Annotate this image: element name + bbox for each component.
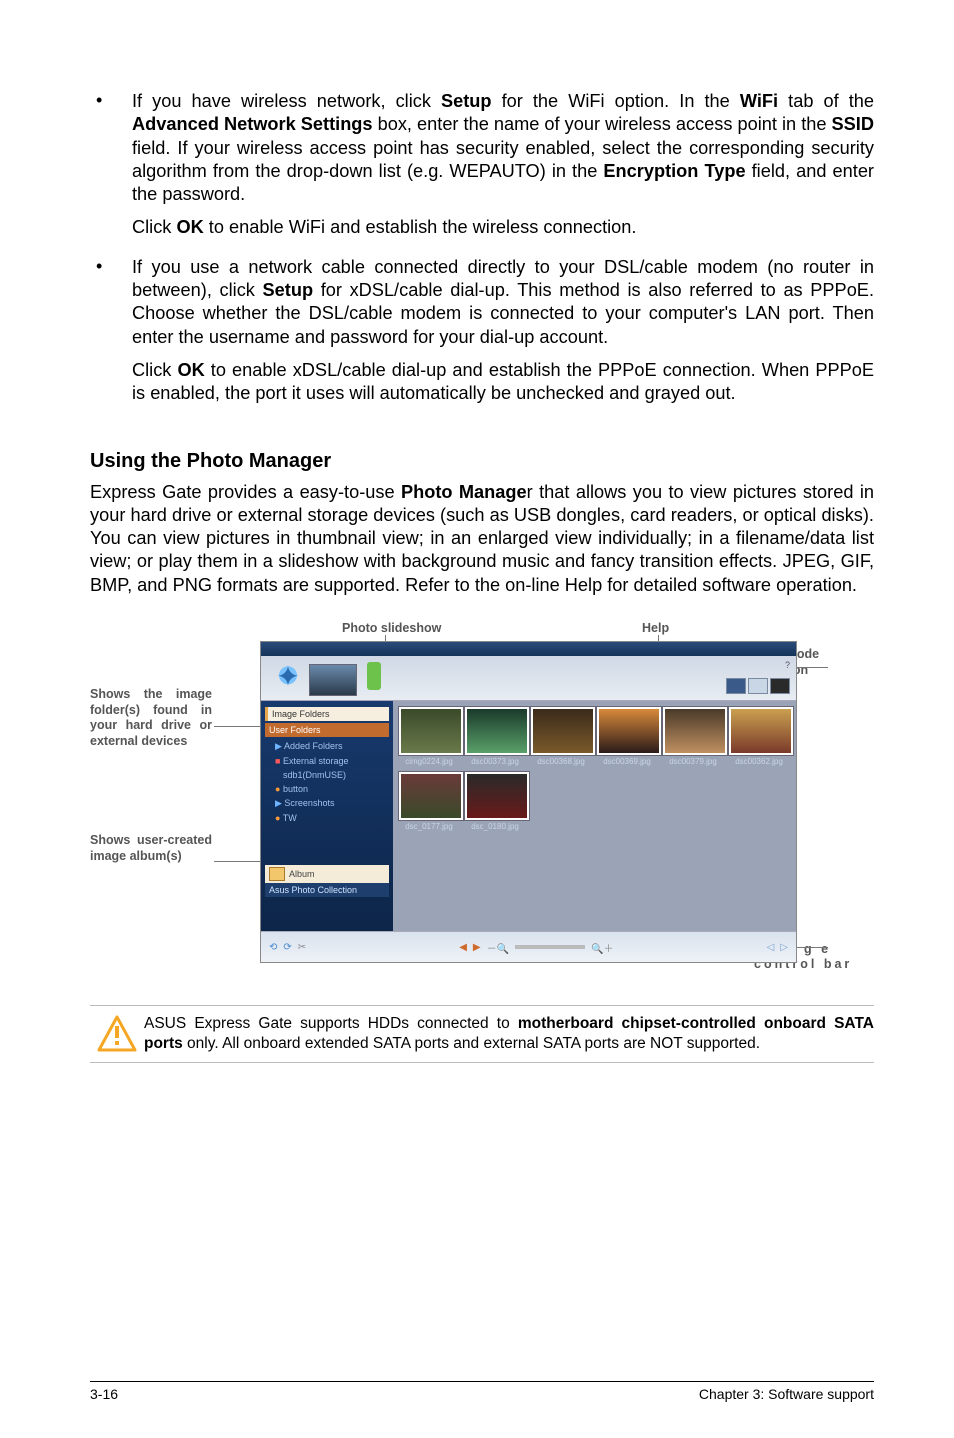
app-logo-icon: ✦ bbox=[271, 660, 305, 694]
bullet-paragraph: Click OK to enable xDSL/cable dial-up an… bbox=[132, 359, 874, 406]
rotate-left-icon[interactable]: ⟲ bbox=[269, 942, 277, 953]
thumbnail-caption: dsc00369.jpg bbox=[597, 757, 657, 766]
thumbnail[interactable]: dsc00368.jpg bbox=[531, 707, 591, 766]
thumbnail-caption: dsc00368.jpg bbox=[531, 757, 591, 766]
callout-photo-slideshow: Photo slideshow bbox=[342, 621, 441, 637]
image-control-bar: ⟲ ⟳ ✂ ◀ ▶ －🔍 🔍＋ ◁ ▷ bbox=[261, 931, 796, 962]
section-heading: Using the Photo Manager bbox=[90, 450, 874, 473]
sidebar: Image Folders User Folders Added Folders… bbox=[261, 701, 393, 931]
preview-thumb bbox=[309, 664, 357, 696]
bullet-item: • If you use a network cable connected d… bbox=[90, 256, 874, 416]
nav-prev-icon[interactable]: ◁ bbox=[767, 942, 775, 953]
sidebar-added-folders[interactable]: Added Folders bbox=[265, 739, 389, 754]
bullet-list: • If you have wireless network, click Se… bbox=[90, 90, 874, 422]
photo-manager-window: ✦ ? Image Folders User Folders Added Fol… bbox=[260, 641, 797, 963]
sidebar-external-storage[interactable]: External storage bbox=[265, 754, 389, 768]
note-text: ASUS Express Gate supports HDDs connecte… bbox=[144, 1014, 874, 1054]
sidebar-button[interactable]: button bbox=[265, 782, 389, 796]
sidebar-screenshots[interactable]: Screenshots bbox=[265, 796, 389, 811]
thumbnail-caption: dsc00362.jpg bbox=[729, 757, 789, 766]
rotate-right-icon[interactable]: ⟳ bbox=[283, 942, 291, 953]
photo-manager-diagram: Photo slideshow Help View mode selection… bbox=[90, 621, 874, 981]
bullet-marker: • bbox=[90, 256, 132, 416]
callout-image-folders: Shows the image folder(s) found in your … bbox=[90, 687, 212, 750]
bullet-paragraph: If you have wireless network, click Setu… bbox=[132, 90, 874, 206]
bullet-paragraph: If you use a network cable connected dir… bbox=[132, 256, 874, 349]
zoom-out-icon[interactable]: －🔍 bbox=[487, 940, 509, 955]
window-toolbar: ✦ ? bbox=[261, 656, 796, 701]
sidebar-user-folders[interactable]: User Folders bbox=[265, 723, 389, 737]
sidebar-album[interactable]: Album bbox=[265, 865, 389, 883]
thumbnail-caption: dsc00373.jpg bbox=[465, 757, 525, 766]
prev-icon[interactable]: ◀ bbox=[459, 942, 467, 953]
sidebar-image-folders[interactable]: Image Folders bbox=[265, 707, 389, 721]
help-icon[interactable]: ? bbox=[785, 660, 790, 670]
connector-line bbox=[796, 947, 828, 948]
thumbnail[interactable]: dsc00362.jpg bbox=[729, 707, 789, 766]
bullet-marker: • bbox=[90, 90, 132, 250]
window-titlebar bbox=[261, 642, 796, 656]
thumbnail-caption: dsc00379.jpg bbox=[663, 757, 723, 766]
thumbnail[interactable]: dsc_0177.jpg bbox=[399, 772, 459, 831]
bullet-paragraph: Click OK to enable WiFi and establish th… bbox=[132, 216, 874, 239]
caution-icon bbox=[90, 1014, 144, 1054]
thumbnail[interactable]: dsc00373.jpg bbox=[465, 707, 525, 766]
thumbnail[interactable]: cimg0224.jpg bbox=[399, 707, 459, 766]
sidebar-sdb1[interactable]: sdb1(DnmUSE) bbox=[265, 768, 389, 782]
thumbnail[interactable]: dsc_0180.jpg bbox=[465, 772, 525, 831]
crop-icon[interactable]: ✂ bbox=[298, 942, 306, 953]
thumbnail[interactable]: dsc00379.jpg bbox=[663, 707, 723, 766]
thumbnail-gallery: cimg0224.jpg dsc00373.jpg dsc00368.jpg d… bbox=[393, 701, 796, 931]
bullet-item: • If you have wireless network, click Se… bbox=[90, 90, 874, 250]
callout-user-albums: Shows user-created image album(s) bbox=[90, 833, 212, 864]
folder-icon bbox=[269, 867, 285, 881]
sidebar-album-label: Album bbox=[289, 869, 315, 879]
zoom-slider[interactable] bbox=[515, 945, 585, 949]
section-paragraph: Express Gate provides a easy-to-use Phot… bbox=[90, 481, 874, 597]
note-box: ASUS Express Gate supports HDDs connecte… bbox=[90, 1005, 874, 1063]
chapter-label: Chapter 3: Software support bbox=[699, 1386, 874, 1402]
view-mode-dark-icon[interactable] bbox=[770, 678, 790, 694]
page-footer: 3-16 Chapter 3: Software support bbox=[90, 1381, 874, 1402]
thumbnail-caption: dsc_0180.jpg bbox=[465, 822, 525, 831]
nav-next-icon[interactable]: ▷ bbox=[780, 942, 788, 953]
thumbnail-caption: cimg0224.jpg bbox=[399, 757, 459, 766]
next-icon[interactable]: ▶ bbox=[473, 942, 481, 953]
page-number: 3-16 bbox=[90, 1386, 118, 1402]
view-mode-buttons[interactable] bbox=[726, 678, 790, 694]
zoom-in-icon[interactable]: 🔍＋ bbox=[591, 940, 613, 955]
thumbnail-caption: dsc_0177.jpg bbox=[399, 822, 459, 831]
callout-help: Help bbox=[642, 621, 669, 637]
slideshow-button[interactable] bbox=[367, 662, 381, 690]
view-mode-thumb-icon[interactable] bbox=[726, 678, 746, 694]
connector-line bbox=[796, 667, 828, 668]
thumbnail[interactable]: dsc00369.jpg bbox=[597, 707, 657, 766]
sidebar-tw[interactable]: TW bbox=[265, 811, 389, 825]
view-mode-list-icon[interactable] bbox=[748, 678, 768, 694]
sidebar-photo-collection[interactable]: Asus Photo Collection bbox=[265, 883, 389, 897]
